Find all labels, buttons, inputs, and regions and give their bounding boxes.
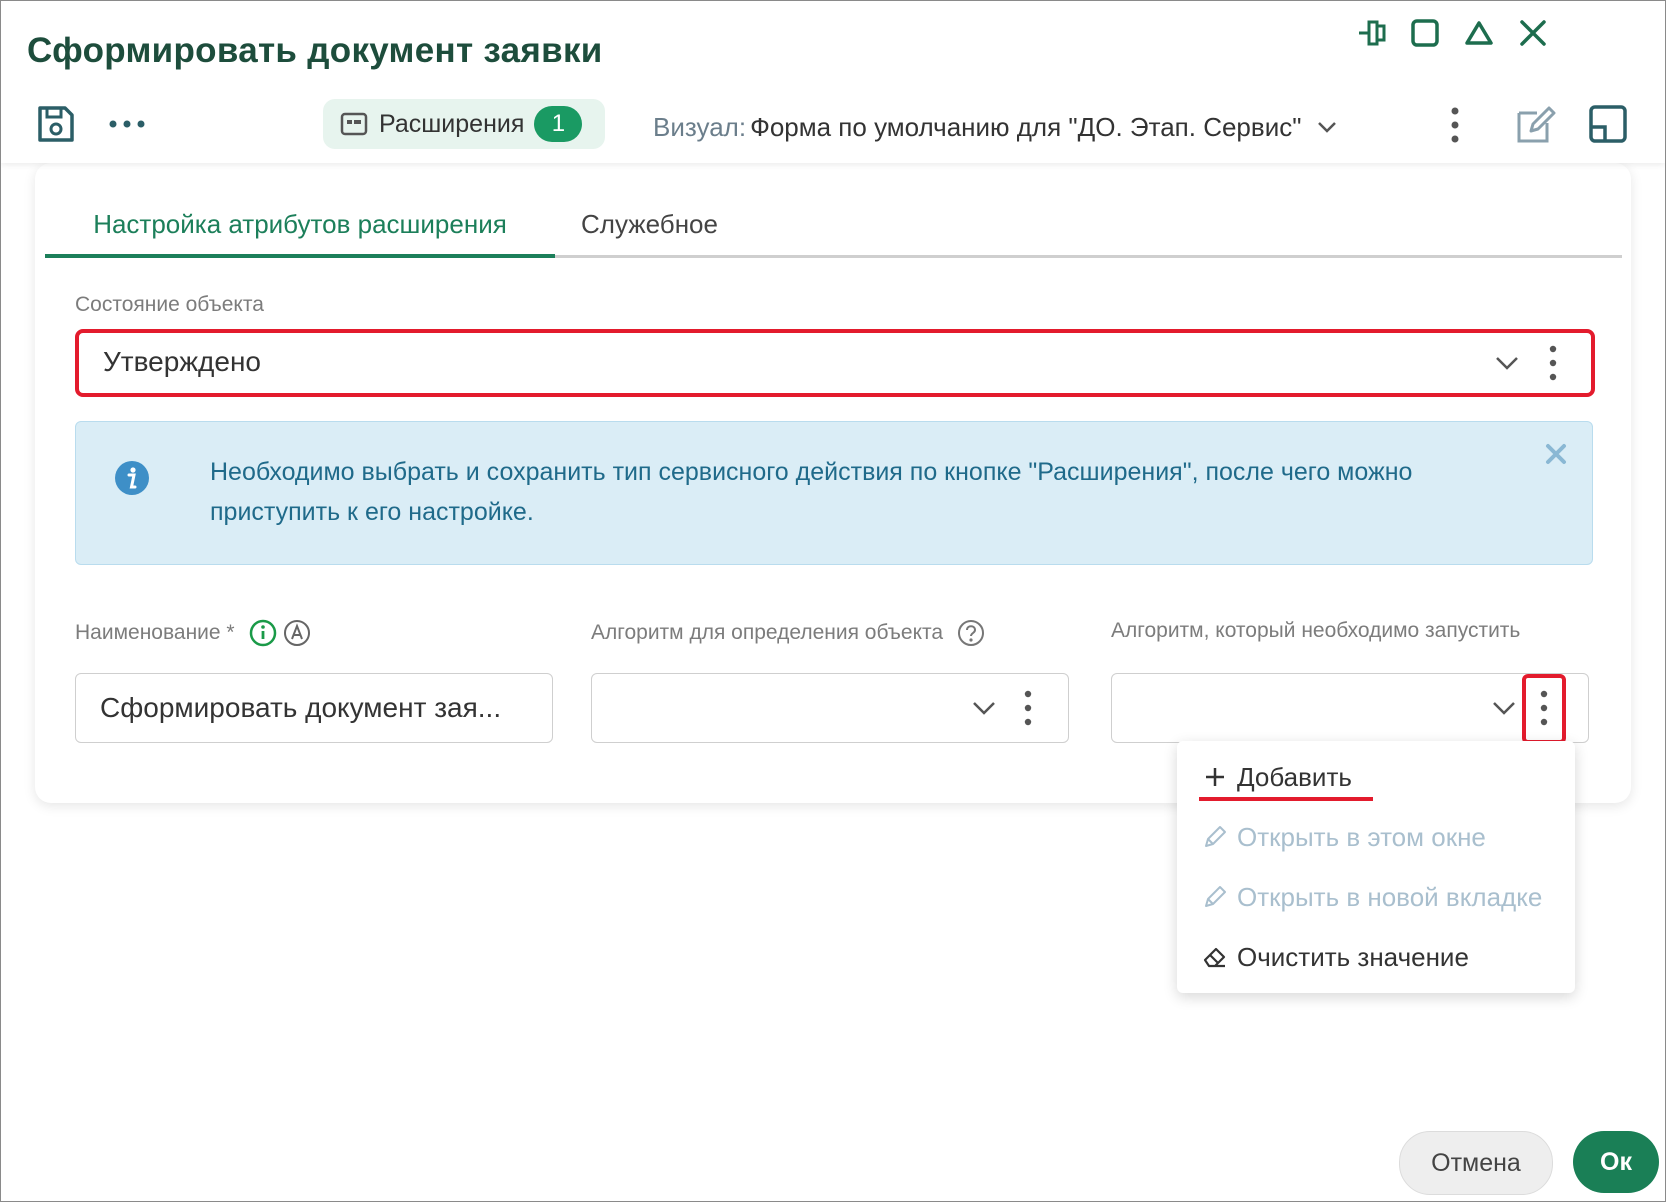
algorithm-object-label: Алгоритм для определения объекта bbox=[591, 619, 985, 647]
ok-button[interactable]: Ок bbox=[1573, 1131, 1659, 1193]
eraser-icon bbox=[1203, 947, 1226, 968]
close-icon[interactable] bbox=[1544, 442, 1568, 466]
pin-icon bbox=[1359, 20, 1386, 46]
save-button[interactable] bbox=[35, 103, 77, 145]
tab-extension-attributes[interactable]: Настройка атрибутов расширения bbox=[45, 193, 555, 258]
tab-bar: Настройка атрибутов расширения Служебное bbox=[45, 193, 1622, 258]
extensions-count-badge: 1 bbox=[534, 106, 583, 142]
menu-item-label: Открыть в этом окне bbox=[1237, 821, 1486, 852]
pencil-icon bbox=[1205, 886, 1226, 907]
state-field-label: Состояние объекта bbox=[75, 293, 264, 316]
name-field-label: Наименование * bbox=[75, 619, 311, 647]
maximize-button[interactable] bbox=[1405, 13, 1445, 53]
pin-window-button[interactable] bbox=[1351, 13, 1391, 53]
name-field-label-text: Наименование * bbox=[75, 621, 235, 644]
edit-icon bbox=[1517, 106, 1556, 143]
chevron-down-icon[interactable] bbox=[1490, 694, 1518, 722]
menu-item-open-new-tab[interactable]: Открыть в новой вкладке bbox=[1201, 877, 1542, 917]
algorithm-object-label-text: Алгоритм для определения объекта bbox=[591, 621, 944, 644]
state-options-kebab[interactable] bbox=[1547, 343, 1559, 383]
visual-form-selector[interactable]: Визуал: Форма по умолчанию для "ДО. Этап… bbox=[653, 105, 1339, 149]
menu-item-open-here[interactable]: Открыть в этом окне bbox=[1201, 817, 1486, 857]
window-icon bbox=[340, 112, 368, 136]
kebab-icon bbox=[1451, 107, 1459, 143]
form-panel: Настройка атрибутов расширения Служебное… bbox=[35, 163, 1631, 803]
menu-item-clear-value[interactable]: Очистить значение bbox=[1201, 937, 1469, 977]
menu-item-add[interactable]: Добавить bbox=[1201, 757, 1352, 797]
info-circle-icon[interactable] bbox=[249, 619, 277, 647]
translation-icon[interactable] bbox=[283, 619, 311, 647]
context-menu: Добавить Открыть в этом окне Открыть в н… bbox=[1177, 741, 1575, 993]
extensions-label: Расширения bbox=[379, 109, 525, 138]
visual-value: Форма по умолчанию для "ДО. Этап. Сервис… bbox=[750, 111, 1302, 142]
visual-label: Визуал: bbox=[653, 111, 747, 142]
chevron-down-icon[interactable] bbox=[1493, 349, 1521, 377]
menu-item-label: Добавить bbox=[1237, 761, 1352, 792]
tab-label: Настройка атрибутов расширения bbox=[93, 208, 507, 239]
chevron-down-icon[interactable] bbox=[970, 694, 998, 722]
cancel-button[interactable]: Отмена bbox=[1399, 1131, 1553, 1195]
close-icon bbox=[1520, 20, 1546, 46]
algorithm-object-kebab[interactable] bbox=[1022, 688, 1034, 728]
tab-label: Служебное bbox=[581, 208, 718, 239]
help-icon[interactable] bbox=[957, 619, 985, 647]
plus-icon bbox=[1206, 768, 1224, 786]
chevron-down-icon bbox=[1318, 122, 1337, 133]
add-underline-highlight bbox=[1199, 797, 1373, 801]
floppy-disk-icon bbox=[38, 106, 74, 142]
algorithm-object-select[interactable] bbox=[591, 673, 1069, 743]
dialog-window: Сформировать документ заявки Расширения … bbox=[0, 0, 1666, 1202]
layout-toggle-button[interactable] bbox=[1587, 103, 1629, 145]
algorithm-run-label: Алгоритм, который необходимо запустить bbox=[1111, 619, 1521, 642]
close-window-button[interactable] bbox=[1513, 13, 1553, 53]
square-icon bbox=[1411, 19, 1439, 47]
info-icon bbox=[115, 461, 149, 495]
pencil-icon bbox=[1205, 826, 1226, 847]
page-title: Сформировать документ заявки bbox=[27, 31, 603, 70]
triangle-up-icon bbox=[1465, 21, 1493, 45]
tab-service[interactable]: Служебное bbox=[581, 193, 718, 255]
name-input-value: Сформировать документ зая... bbox=[100, 692, 502, 723]
menu-item-label: Очистить значение bbox=[1237, 941, 1469, 972]
state-select-value: Утверждено bbox=[103, 346, 261, 377]
extensions-button[interactable]: Расширения 1 bbox=[323, 99, 605, 149]
info-message-text: Необходимо выбрать и сохранить тип серви… bbox=[210, 458, 1413, 526]
edit-form-button[interactable] bbox=[1513, 103, 1557, 147]
ellipsis-icon bbox=[109, 120, 145, 128]
name-input[interactable]: Сформировать документ зая... bbox=[75, 673, 553, 743]
state-select[interactable]: Утверждено bbox=[75, 329, 1595, 397]
dialog-header: Сформировать документ заявки Расширения … bbox=[1, 1, 1665, 163]
visual-options-button[interactable] bbox=[1447, 105, 1463, 145]
menu-item-label: Открыть в новой вкладке bbox=[1237, 881, 1543, 912]
kebab-highlight-frame bbox=[1522, 674, 1566, 744]
layout-icon bbox=[1589, 105, 1627, 143]
algorithm-run-select[interactable] bbox=[1111, 673, 1589, 744]
more-actions-button[interactable] bbox=[107, 113, 147, 135]
info-message-box: Необходимо выбрать и сохранить тип серви… bbox=[75, 421, 1593, 565]
collapse-button[interactable] bbox=[1459, 13, 1499, 53]
